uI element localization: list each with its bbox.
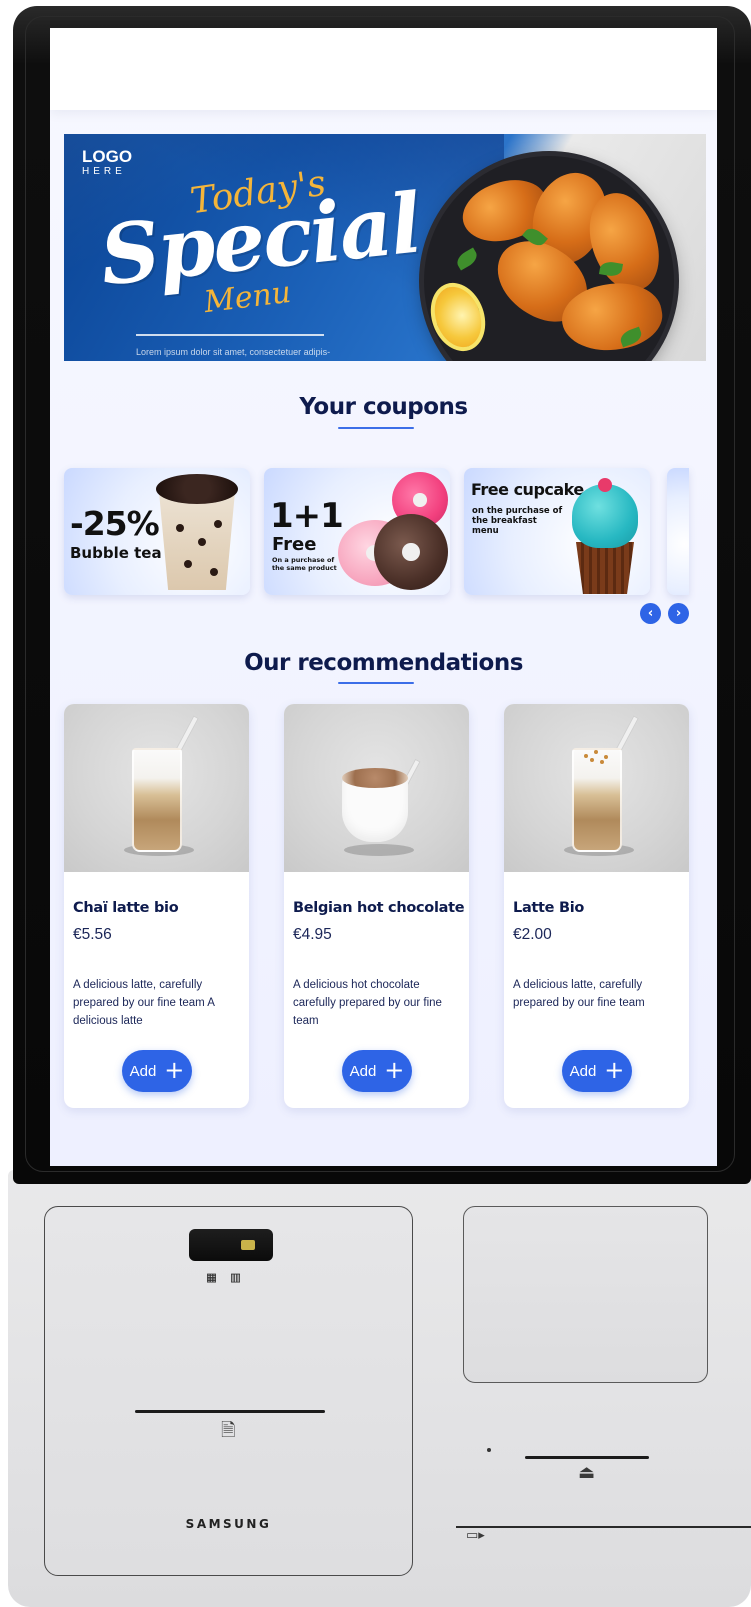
coupon-free-cupcake[interactable]: Free cupcake on the purchase of the brea… bbox=[464, 468, 650, 595]
product-description: A delicious hot chocolate carefully prep… bbox=[293, 979, 442, 1027]
sprinkle-icon bbox=[584, 754, 588, 758]
sprinkle-icon bbox=[600, 760, 604, 764]
receipt-icon: 🗎 bbox=[221, 1420, 236, 1441]
qr-barcode-icon: ▦ ▥ bbox=[207, 1268, 244, 1286]
coupon-offer: Free cupcake bbox=[471, 480, 584, 499]
chocolate-donut-image bbox=[374, 514, 448, 590]
latte-glass-image bbox=[572, 748, 622, 852]
bubble-tea-pearls-image bbox=[156, 474, 238, 504]
coupon-next-partial[interactable] bbox=[667, 468, 689, 595]
kiosk-screen: LOGO HERE Today's Special Menu Lorem ips… bbox=[50, 28, 717, 1166]
product-card-hot-chocolate[interactable]: Belgian hot chocolate €4.95 A delicious … bbox=[284, 704, 469, 1108]
product-description: A delicious latte, carefully prepared by… bbox=[513, 979, 645, 1009]
brand-logo: SAMSUNG bbox=[185, 1517, 272, 1531]
sprinkle-icon bbox=[594, 750, 598, 754]
latte-bio-photo bbox=[504, 704, 689, 872]
chai-latte-photo bbox=[64, 704, 249, 872]
recommendations-title: Our recommendations bbox=[244, 650, 523, 676]
coupon-label: On a purchase of the same product bbox=[272, 556, 337, 572]
product-name: Latte Bio bbox=[513, 900, 585, 916]
photo-shadow bbox=[344, 844, 414, 856]
product-description: A delicious latte, carefully prepared by… bbox=[73, 979, 215, 1027]
recommendations-title-underline bbox=[338, 682, 414, 684]
product-card-chai-latte[interactable]: Chaï latte bio €5.56 A delicious latte, … bbox=[64, 704, 249, 1108]
cherry-icon bbox=[598, 478, 612, 492]
coupon-label: on the purchase of the breakfast menu bbox=[472, 506, 563, 536]
coupon-bubble-tea[interactable]: -25% Bubble tea bbox=[64, 468, 250, 595]
coupons-prev-button[interactable]: ‹ bbox=[640, 603, 661, 624]
receipt-printer-slot bbox=[135, 1410, 325, 1413]
coupons-title: Your coupons bbox=[299, 394, 468, 420]
pearl-icon bbox=[176, 524, 184, 532]
top-bar bbox=[50, 28, 717, 110]
coupon-offer: 1+1 bbox=[270, 496, 344, 536]
product-price: €2.00 bbox=[513, 926, 552, 943]
coupons-next-button[interactable]: › bbox=[668, 603, 689, 624]
nfc-reader-edge bbox=[456, 1526, 751, 1528]
product-price: €5.56 bbox=[73, 926, 112, 943]
pearl-icon bbox=[210, 568, 218, 576]
hot-chocolate-surface-image bbox=[342, 768, 408, 788]
promo-banner[interactable]: LOGO HERE Today's Special Menu Lorem ips… bbox=[64, 134, 706, 361]
coupon-label: Bubble tea bbox=[70, 544, 162, 562]
nfc-icon: ▭▸ bbox=[466, 1528, 485, 1543]
cupcake-wrapper-image bbox=[576, 542, 634, 594]
product-card-latte-bio[interactable]: Latte Bio €2.00 A delicious latte, caref… bbox=[504, 704, 689, 1108]
hot-chocolate-photo bbox=[284, 704, 469, 872]
coupon-donut-1plus1[interactable]: 1+1 Free On a purchase of the same produ… bbox=[264, 468, 450, 595]
bubble-tea-cup-image bbox=[159, 492, 235, 590]
add-button[interactable]: Add + bbox=[122, 1050, 192, 1092]
cupcake-frosting-image bbox=[572, 484, 638, 548]
plus-icon: + bbox=[164, 1056, 185, 1084]
banner-logo: LOGO HERE bbox=[82, 147, 133, 177]
barcode-scanner[interactable] bbox=[189, 1229, 273, 1261]
sprinkle-icon bbox=[590, 758, 594, 762]
add-button-label: Add bbox=[349, 1062, 377, 1080]
pearl-icon bbox=[198, 538, 206, 546]
pearl-icon bbox=[184, 560, 192, 568]
product-name: Chaï latte bio bbox=[73, 900, 179, 916]
sprinkle-icon bbox=[604, 755, 608, 759]
kiosk-right-panel bbox=[463, 1206, 708, 1383]
plus-icon: + bbox=[604, 1056, 625, 1084]
coupons-title-underline bbox=[338, 427, 414, 429]
add-button[interactable]: Add + bbox=[342, 1050, 412, 1092]
add-button-label: Add bbox=[569, 1062, 597, 1080]
add-button-label: Add bbox=[129, 1062, 157, 1080]
card-insert-icon: ⏏ bbox=[578, 1462, 596, 1483]
indicator-dot bbox=[487, 1448, 491, 1452]
latte-glass-image bbox=[132, 748, 182, 852]
banner-divider bbox=[136, 334, 324, 336]
product-name: Belgian hot chocolate bbox=[293, 900, 465, 916]
coupon-discount: -25% bbox=[70, 504, 160, 543]
pearl-icon bbox=[214, 520, 222, 528]
plus-icon: + bbox=[384, 1056, 405, 1084]
card-reader-slot bbox=[525, 1456, 649, 1459]
product-price: €4.95 bbox=[293, 926, 332, 943]
add-button[interactable]: Add + bbox=[562, 1050, 632, 1092]
banner-caption: Lorem ipsum dolor sit amet, consectetuer… bbox=[136, 347, 331, 357]
coupon-offer-sub: Free bbox=[272, 534, 317, 555]
